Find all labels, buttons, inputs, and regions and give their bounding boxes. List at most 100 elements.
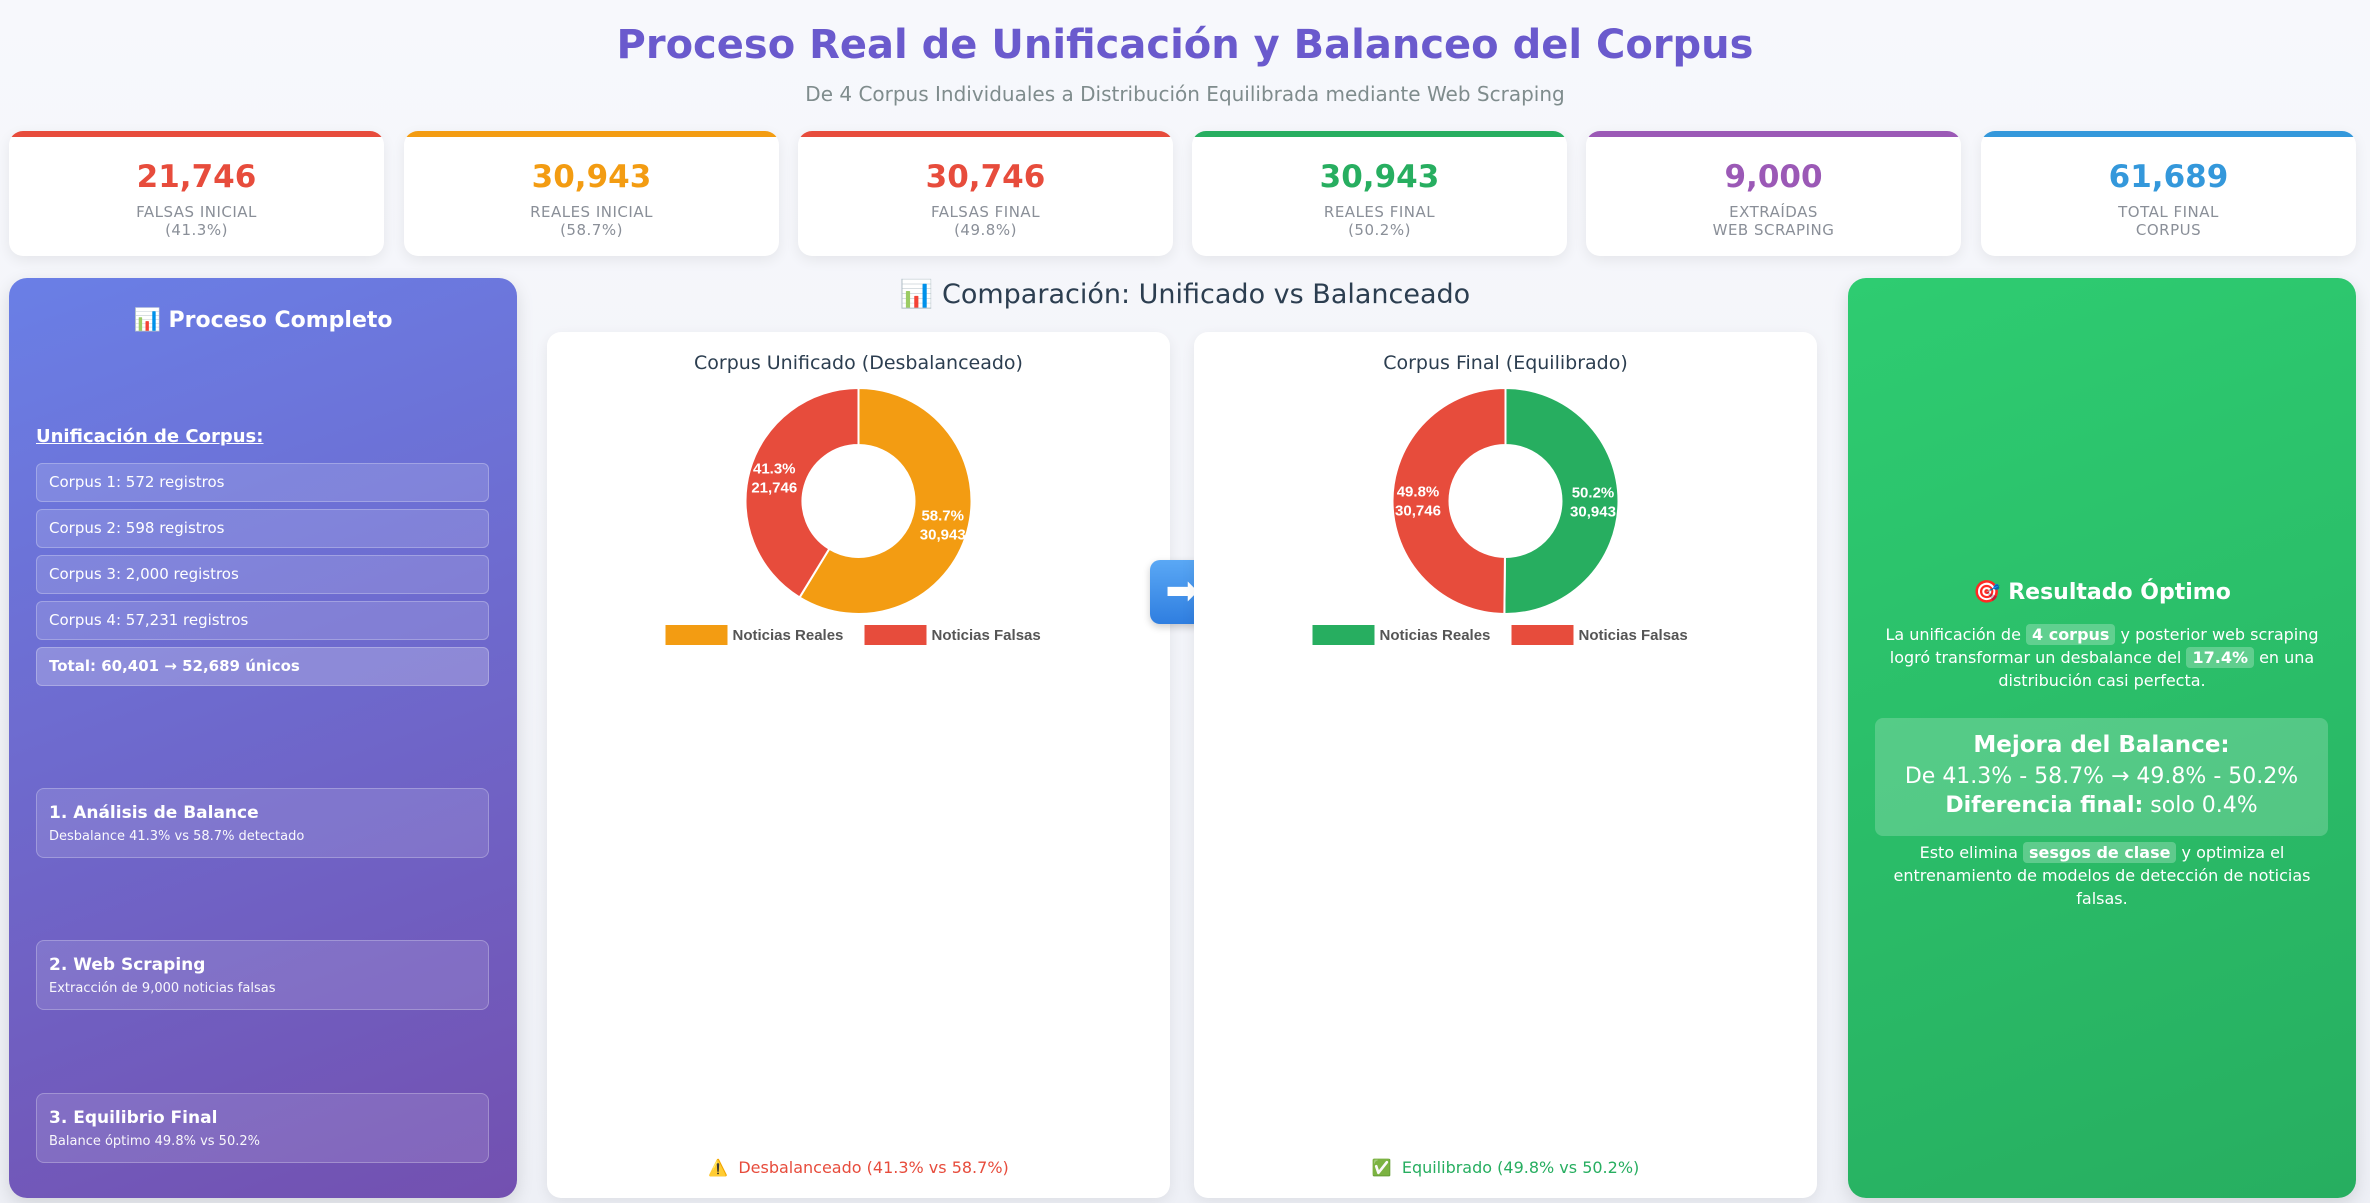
stat-label-line: WEB SCRAPING: [1712, 221, 1835, 239]
stat-value: 61,689: [2108, 159, 2229, 195]
stat-label-line: CORPUS: [2135, 221, 2202, 239]
stat-label: REALES FINAL (50.2%): [1192, 203, 1567, 239]
stat-value: 30,943: [1319, 159, 1440, 195]
stat-label-line: TOTAL FINAL: [2118, 203, 2219, 221]
text: Esto elimina: [1919, 843, 2023, 862]
status-balanced: ✅ Equilibrado (49.8% vs 50.2%): [1194, 1158, 1817, 1177]
result-paragraph-2: Esto elimina sesgos de clase y optimiza …: [1878, 841, 2326, 910]
stat-accent-bar: [1981, 131, 2356, 137]
stat-label-line: EXTRAÍDAS: [1729, 203, 1818, 221]
stat-label-line: FALSAS FINAL: [930, 203, 1041, 221]
highlight-imbalance: 17.4%: [2186, 647, 2254, 668]
step-title: 3. Equilibrio Final: [49, 1108, 218, 1128]
result-panel: 🎯 Resultado Óptimo La unificación de 4 c…: [1848, 278, 2356, 1198]
improvement-title: Mejora del Balance:: [1973, 732, 2230, 758]
stat-card: 9,000 EXTRAÍDAS WEB SCRAPING: [1586, 131, 1961, 256]
legend-label: Noticias Falsas: [1579, 627, 1688, 644]
stat-card: 30,943 REALES INICIAL (58.7%): [404, 131, 779, 256]
stat-value: 9,000: [1724, 159, 1823, 195]
corpus-item: Corpus 1: 572 registros: [36, 463, 489, 502]
legend-swatch: [665, 625, 728, 645]
highlight-corpus: 4 corpus: [2026, 624, 2116, 645]
legend-swatch: [1511, 625, 1574, 645]
improvement-values: De 41.3% - 58.7% → 49.8% - 50.2%: [1904, 764, 2299, 789]
stat-value: 30,746: [925, 159, 1046, 195]
page-title: Proceso Real de Unificación y Balanceo d…: [616, 22, 1754, 68]
legend-swatch: [1312, 625, 1375, 645]
slice-pct-label: 50.2%: [1572, 484, 1615, 501]
union-label: Unificación de Corpus:: [36, 426, 264, 447]
corpus-item: Corpus 2: 598 registros: [36, 509, 489, 548]
stat-accent-bar: [9, 131, 384, 137]
donut-chart-final: 50.2%30,94349.8%30,746Noticias Reales Not…: [1312, 386, 1688, 645]
stat-label: FALSAS INICIAL (41.3%): [9, 203, 384, 239]
step-desc: Balance óptimo 49.8% vs 50.2%: [49, 1134, 260, 1149]
stat-label-line: REALES INICIAL: [530, 203, 653, 221]
stat-accent-bar: [404, 131, 779, 137]
stat-card: 61,689 TOTAL FINAL CORPUS: [1981, 131, 2356, 256]
corpus-item: Corpus 4: 57,231 registros: [36, 601, 489, 640]
stat-card: 30,943 REALES FINAL (50.2%): [1192, 131, 1567, 256]
stat-label-line: (58.7%): [560, 221, 623, 239]
stat-label: EXTRAÍDAS WEB SCRAPING: [1586, 203, 1961, 239]
result-title: 🎯 Resultado Óptimo: [1973, 580, 2231, 605]
stat-label-line: (41.3%): [165, 221, 228, 239]
chart-legend: Noticias Reales Noticias Falsas: [1312, 625, 1688, 645]
donut-chart-unified: 58.7%30,94341.3%21,746Noticias Reales Not…: [665, 386, 1041, 645]
slice-1: [1391, 386, 1507, 616]
stat-label: TOTAL FINAL CORPUS: [1981, 203, 2356, 239]
stat-label-line: FALSAS INICIAL: [136, 203, 257, 221]
improvement-box: Mejora del Balance: De 41.3% - 58.7% → 4…: [1875, 718, 2328, 836]
step-balance-analysis: 1. Análisis de Balance Desbalance 41.3% …: [36, 788, 489, 858]
slice-value-label: 30,943: [920, 527, 966, 544]
chart-card-unified: Corpus Unificado (Desbalanceado) 58.7% 30…: [547, 332, 1170, 1198]
step-final-balance: 3. Equilibrio Final Balance óptimo 49.8%…: [36, 1093, 489, 1163]
stat-card: 30,746 FALSAS FINAL (49.8%): [798, 131, 1173, 256]
comparison-title: 📊 Comparación: Unificado vs Balanceado: [899, 279, 1471, 310]
chart-legend: Noticias Reales Noticias Falsas: [665, 625, 1041, 645]
legend-label: Noticias Reales: [1380, 627, 1491, 644]
corpus-item: Corpus 3: 2,000 registros: [36, 555, 489, 594]
slice-pct-label: 58.7%: [921, 508, 964, 525]
final-difference: Diferencia final: solo 0.4%: [1875, 793, 2328, 818]
stat-accent-bar: [1586, 131, 1961, 137]
legend-swatch: [864, 625, 927, 645]
check-icon: ✅: [1371, 1158, 1392, 1177]
stat-accent-bar: [1192, 131, 1567, 137]
status-text: Desbalanceado (41.3% vs 58.7%): [738, 1158, 1009, 1177]
stat-label: FALSAS FINAL (49.8%): [798, 203, 1173, 239]
stat-value: 30,943: [531, 159, 652, 195]
text: La unificación de: [1885, 625, 2026, 644]
process-panel: 📊 Proceso Completo Unificación de Corpus…: [9, 278, 517, 1198]
page-subtitle: De 4 Corpus Individuales a Distribución …: [805, 82, 1565, 106]
step-desc: Desbalance 41.3% vs 58.7% detectado: [49, 829, 305, 844]
slice-pct-label: 49.8%: [1397, 484, 1440, 501]
stat-accent-bar: [798, 131, 1173, 137]
slice-value-label: 21,746: [751, 479, 797, 496]
stat-value: 21,746: [136, 159, 257, 195]
warning-icon: ⚠️: [708, 1158, 729, 1177]
status-unbalanced: ⚠️ Desbalanceado (41.3% vs 58.7%): [547, 1158, 1170, 1177]
step-title: 1. Análisis de Balance: [49, 803, 259, 823]
step-web-scraping: 2. Web Scraping Extracción de 9,000 noti…: [36, 940, 489, 1010]
corpus-total: Total: 60,401 → 52,689 únicos: [36, 647, 489, 686]
slice-pct-label: 41.3%: [753, 460, 796, 477]
legend-label: Noticias Falsas: [932, 627, 1041, 644]
process-title: 📊 Proceso Completo: [133, 308, 393, 333]
stat-label-line: (50.2%): [1348, 221, 1411, 239]
stat-card: 21,746 FALSAS INICIAL (41.3%): [9, 131, 384, 256]
highlight-bias: sesgos de clase: [2023, 842, 2177, 863]
final-difference-label: Diferencia final:: [1945, 793, 2144, 818]
status-text: Equilibrado (49.8% vs 50.2%): [1401, 1158, 1640, 1177]
slice-value-label: 30,943: [1570, 503, 1616, 520]
step-desc: Extracción de 9,000 noticias falsas: [49, 981, 276, 996]
result-paragraph: La unificación de 4 corpus y posterior w…: [1878, 623, 2326, 692]
stat-label-line: (49.8%): [954, 221, 1017, 239]
chart-card-final: Corpus Final (Equilibrado) 50.2% 30,943 49…: [1194, 332, 1817, 1198]
legend-label: Noticias Reales: [733, 627, 844, 644]
final-difference-value: solo 0.4%: [2143, 793, 2258, 818]
stat-label: REALES INICIAL (58.7%): [404, 203, 779, 239]
slice-value-label: 30,746: [1395, 503, 1441, 520]
step-title: 2. Web Scraping: [49, 955, 206, 975]
stat-label-line: REALES FINAL: [1323, 203, 1436, 221]
